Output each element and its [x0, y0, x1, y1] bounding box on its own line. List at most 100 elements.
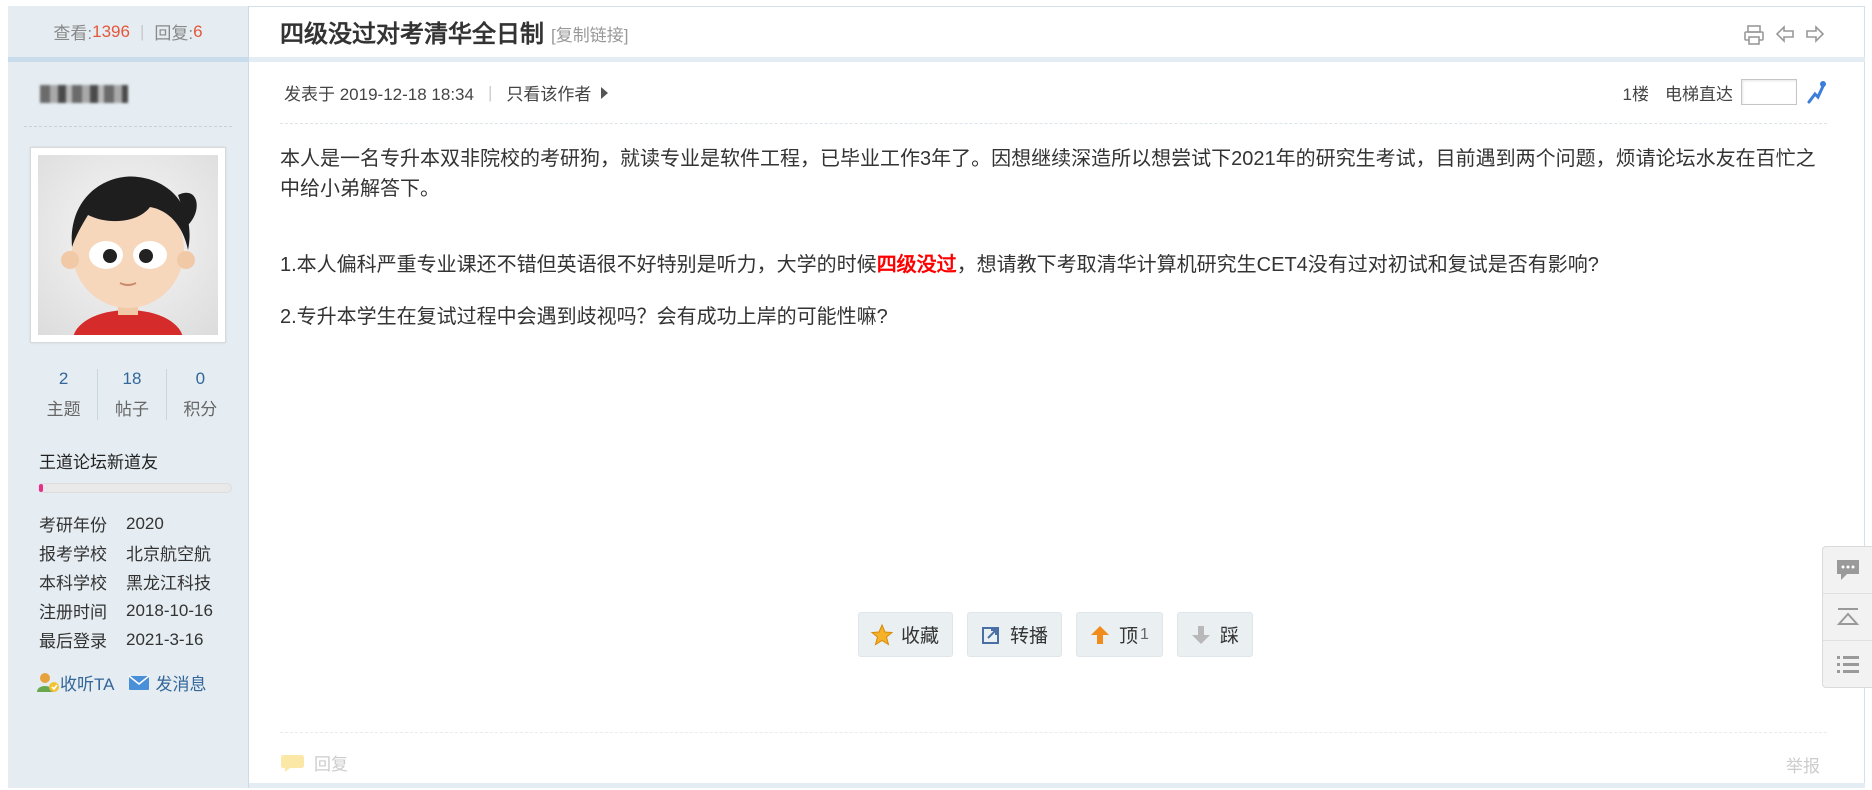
- replies-label: 回复:: [154, 24, 194, 43]
- info-value: 北京航空航: [126, 545, 211, 564]
- post-content: 本人是一名专升本双非院校的考研狗，就读专业是软件工程，已毕业工作3年了。因想继续…: [249, 124, 1865, 332]
- count-value: 2: [58, 369, 69, 388]
- quick-reply-tool[interactable]: [1823, 547, 1872, 594]
- favorite-button[interactable]: 收藏: [858, 612, 954, 657]
- upvote-label: 顶: [1119, 626, 1139, 647]
- rank-progress-bar: [38, 483, 232, 493]
- envelope-icon: [129, 674, 150, 690]
- info-value: 2018-10-16: [126, 600, 213, 620]
- message-label: 发消息: [155, 675, 207, 694]
- arrow-down-icon: [1188, 622, 1214, 648]
- cartoon-boy-icon: [61, 176, 197, 335]
- info-value: 2020: [126, 513, 164, 533]
- meta-separator: |: [487, 82, 493, 102]
- count-posts[interactable]: 18 帖子: [98, 369, 167, 420]
- post-paragraph: 本人是一名专升本双非院校的考研狗，就读专业是软件工程，已毕业工作3年了。因想继续…: [280, 148, 1816, 200]
- footer-divider: [280, 732, 1827, 733]
- rank-progress-fill: [39, 484, 43, 492]
- user-rank: 王道论坛新道友: [39, 453, 158, 472]
- info-row: 注册时间 2018-10-16: [39, 596, 248, 625]
- reply-button[interactable]: 回复: [280, 750, 348, 775]
- back-to-top-tool[interactable]: [1823, 594, 1872, 641]
- back-to-top-icon: [1836, 608, 1859, 625]
- follow-label: 收听TA: [60, 675, 115, 694]
- count-label: 积分: [183, 400, 218, 419]
- list-icon: [1836, 656, 1859, 673]
- info-key: 本科学校: [39, 574, 107, 593]
- info-key: 考研年份: [39, 516, 107, 535]
- views-label: 查看:: [53, 24, 93, 43]
- arrow-up-icon: [1087, 622, 1113, 648]
- user-info: 考研年份 2020 报考学校 北京航空航 本科学校 黑龙江科技 注册时间 2018-10…: [39, 509, 248, 654]
- previous-thread-icon[interactable]: [1775, 24, 1795, 44]
- elevator-label: 电梯直达: [1665, 84, 1733, 104]
- share-icon: [978, 622, 1004, 648]
- floor-number: 1楼: [1622, 84, 1649, 104]
- floating-toolbar: [1822, 546, 1872, 688]
- follow-button[interactable]: 收听TA: [36, 670, 114, 695]
- title-tools: [1743, 24, 1825, 46]
- only-author-link[interactable]: 只看该作者: [506, 80, 591, 105]
- count-points[interactable]: 0 积分: [167, 369, 234, 420]
- avatar-image: [38, 155, 218, 335]
- message-button[interactable]: 发消息: [128, 670, 206, 695]
- elevator-jump-icon[interactable]: [1805, 80, 1827, 104]
- count-label: 帖子: [114, 400, 149, 419]
- floor-jump-input[interactable]: [1741, 79, 1797, 105]
- post-paragraph: 1.本人偏科严重专业课还不错但英语很不好特别是听力，大学的时候四级没过，想请教下…: [280, 250, 1827, 280]
- share-label: 转播: [1010, 626, 1049, 647]
- floor-nav: 1楼 电梯直达: [1623, 79, 1827, 105]
- replies-count: 6: [193, 21, 203, 41]
- thread-list-tool[interactable]: [1823, 641, 1872, 687]
- next-thread-icon[interactable]: [1805, 24, 1825, 44]
- favorite-label: 收藏: [901, 626, 940, 647]
- user-actions: 收听TA 发消息: [36, 670, 248, 695]
- info-row: 报考学校 北京航空航: [39, 538, 248, 567]
- reply-label: 回复: [314, 755, 348, 774]
- print-icon[interactable]: [1743, 24, 1765, 46]
- author-sidebar: 查看: 1396 | 回复: 6 2 主题 18 帖子 0 积分 王道论坛新道友…: [8, 6, 249, 788]
- info-key: 最后登录: [39, 632, 107, 651]
- highlighted-text: 四级没过: [876, 254, 957, 276]
- post-title-bar: 四级没过对考清华全日制 [复制链接]: [249, 6, 1865, 62]
- report-link[interactable]: 举报: [1786, 752, 1820, 777]
- downvote-label: 踩: [1219, 626, 1239, 647]
- speech-bubble-icon: [281, 754, 304, 772]
- follow-user-icon: [37, 672, 59, 692]
- info-row: 考研年份 2020: [39, 509, 248, 538]
- copy-link-button[interactable]: [复制链接]: [551, 21, 628, 46]
- info-key: 报考学校: [39, 545, 107, 564]
- comment-icon: [1836, 560, 1859, 580]
- count-value: 18: [122, 369, 142, 388]
- info-value: 黑龙江科技: [126, 574, 211, 593]
- user-counts: 2 主题 18 帖子 0 积分: [30, 369, 234, 420]
- stats-separator: |: [139, 21, 145, 41]
- info-row: 最后登录 2021-3-16: [39, 625, 248, 654]
- post-meta: 发表于 2019-12-18 18:34 | 只看该作者: [280, 62, 1827, 124]
- blurred-username: [40, 85, 128, 103]
- count-threads[interactable]: 2 主题: [30, 369, 99, 420]
- downvote-button[interactable]: 踩: [1176, 612, 1253, 657]
- post-paragraph: 2.专升本学生在复试过程中会遇到歧视吗？会有成功上岸的可能性嘛?: [280, 306, 888, 328]
- count-value: 0: [195, 369, 206, 388]
- post-main: 四级没过对考清华全日制 [复制链接] 发表于 2019-12-18 18:34 …: [249, 6, 1865, 788]
- info-key: 注册时间: [39, 603, 107, 622]
- share-button[interactable]: 转播: [967, 612, 1063, 657]
- upvote-count: 1: [1140, 625, 1149, 643]
- paragraph-text: 1.本人偏科严重专业课还不错但英语很不好特别是听力，大学的时候: [280, 254, 877, 276]
- post-date: 发表于 2019-12-18 18:34: [284, 85, 474, 104]
- page-title: 四级没过对考清华全日制: [280, 21, 544, 48]
- post-actions: 收藏 转播 顶 1 踩: [858, 612, 1253, 657]
- thread-stats: 查看: 1396 | 回复: 6: [8, 6, 248, 62]
- avatar[interactable]: [30, 147, 226, 343]
- info-value: 2021-3-16: [126, 629, 204, 649]
- author-name[interactable]: [24, 62, 232, 127]
- triangle-right-icon: [601, 86, 609, 99]
- upvote-button[interactable]: 顶 1: [1076, 612, 1163, 657]
- bottom-strip: [249, 783, 1865, 788]
- views-count: 1396: [92, 21, 130, 41]
- info-row: 本科学校 黑龙江科技: [39, 567, 248, 596]
- star-icon: [869, 622, 895, 648]
- paragraph-text: ，想请教下考取清华计算机研究生CET4没有过对初试和复试是否有影响?: [956, 254, 1599, 276]
